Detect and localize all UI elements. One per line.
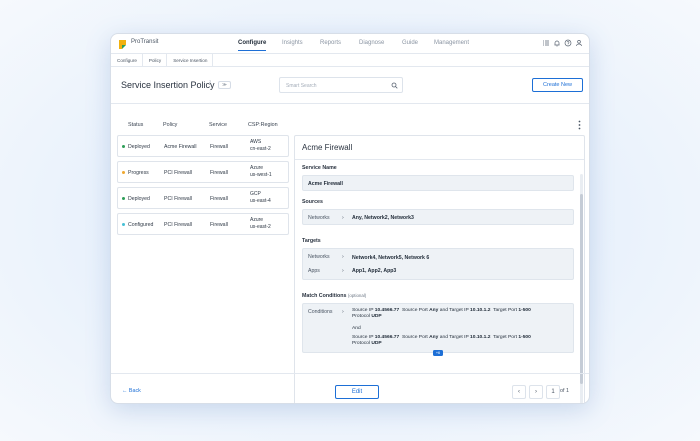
more-options-icon[interactable] bbox=[578, 120, 581, 130]
csp-name: Azure bbox=[250, 217, 264, 223]
status-dot bbox=[122, 222, 126, 226]
conditions-box: Conditions › Source IP 10.4566.77 Source… bbox=[302, 303, 574, 353]
status-text: Configured bbox=[128, 222, 154, 228]
help-icon[interactable] bbox=[564, 39, 572, 47]
targets-box: Networks › Network4, Network5, Network 6… bbox=[302, 248, 574, 280]
tab-diagnose[interactable]: Diagnose bbox=[359, 40, 384, 46]
service-name: Firewall bbox=[210, 196, 228, 202]
column-status[interactable]: Status bbox=[128, 122, 143, 128]
condition-and: And bbox=[352, 326, 361, 331]
create-new-button[interactable]: Create New bbox=[532, 78, 583, 92]
status-text: Deployed bbox=[128, 144, 150, 150]
top-nav: ProTransit Configure Insights Reports Di… bbox=[111, 34, 589, 54]
match-conditions-optional: (optional) bbox=[347, 293, 367, 298]
column-csp-region[interactable]: CSP:Region bbox=[248, 122, 278, 128]
csp-name: GCP bbox=[250, 191, 261, 197]
policy-name: Acme Firewall bbox=[164, 144, 197, 150]
brand-name: ProTransit bbox=[131, 39, 159, 45]
logo-icon bbox=[119, 40, 126, 49]
search-placeholder: Smart Search bbox=[286, 83, 317, 89]
chevron-right-icon: › bbox=[342, 215, 344, 221]
detail-title: Acme Firewall bbox=[302, 143, 353, 152]
targets-apps-key: Apps bbox=[308, 268, 320, 274]
page-number-input[interactable]: 1 bbox=[546, 385, 560, 399]
service-name-label: Service Name bbox=[302, 165, 337, 171]
status-text: Progress bbox=[128, 170, 149, 176]
condition-1: Source IP 10.4566.77 Source Port Any and… bbox=[352, 308, 531, 320]
breadcrumb: Configure Policy Service Insertion bbox=[111, 54, 589, 67]
region-name: us-west-1 bbox=[250, 172, 272, 178]
csp-name: Azure bbox=[250, 165, 264, 171]
table-row[interactable]: Deployed Acme Firewall Firewall AWS cn-e… bbox=[117, 135, 289, 157]
column-policy[interactable]: Policy bbox=[163, 122, 177, 128]
footer-divider bbox=[111, 373, 589, 374]
table-row[interactable]: Progress PCI Firewall Firewall Azure us-… bbox=[117, 161, 289, 183]
match-conditions-title: Match Conditions bbox=[302, 293, 347, 299]
top-icons bbox=[542, 39, 583, 47]
csp-name: AWS bbox=[250, 139, 262, 145]
next-page-button[interactable]: › bbox=[529, 385, 543, 399]
service-name: Firewall bbox=[210, 144, 228, 150]
search-icon bbox=[391, 82, 398, 89]
targets-label: Targets bbox=[302, 238, 321, 244]
list-icon[interactable] bbox=[542, 39, 550, 47]
tab-management[interactable]: Management bbox=[434, 40, 469, 46]
breadcrumb-service-insertion[interactable]: Service Insertion bbox=[167, 54, 214, 67]
targets-networks-value: Network4, Network5, Network 6 bbox=[352, 255, 430, 261]
tab-reports[interactable]: Reports bbox=[320, 40, 341, 46]
service-name: Firewall bbox=[210, 170, 228, 176]
policy-name: PCI Firewall bbox=[164, 170, 192, 176]
user-icon[interactable] bbox=[575, 39, 583, 47]
status-dot bbox=[122, 144, 126, 148]
match-conditions-label: Match Conditions (optional) bbox=[302, 293, 366, 299]
header-divider bbox=[111, 103, 589, 104]
service-name: Firewall bbox=[210, 222, 228, 228]
detail-scrollbar[interactable] bbox=[580, 174, 583, 403]
service-name-value: Acme Firewall bbox=[308, 181, 343, 187]
tab-guide[interactable]: Guide bbox=[402, 40, 418, 46]
back-link[interactable]: ← Back bbox=[122, 388, 141, 394]
app-window: ProTransit Configure Insights Reports Di… bbox=[110, 33, 590, 404]
tab-configure[interactable]: Configure bbox=[238, 40, 267, 51]
table-row[interactable]: Configured PCI Firewall Firewall Azure u… bbox=[117, 213, 289, 235]
prev-page-button[interactable]: ‹ bbox=[512, 385, 526, 399]
detail-panel: Acme Firewall Service Name Acme Firewall… bbox=[294, 135, 585, 403]
sources-value: Any, Network2, Network3 bbox=[352, 215, 414, 221]
targets-apps-value: App1, App2, App3 bbox=[352, 268, 397, 274]
region-name: cn-east-2 bbox=[250, 146, 271, 152]
conditions-key: Conditions bbox=[308, 309, 333, 315]
edit-button[interactable]: Edit bbox=[335, 385, 379, 399]
chevron-right-icon: › bbox=[342, 254, 344, 260]
scrollbar-thumb[interactable] bbox=[580, 194, 583, 384]
search-input[interactable]: Smart Search bbox=[279, 77, 403, 93]
more-conditions-badge[interactable]: +6 bbox=[433, 350, 443, 356]
chevron-right-icon: › bbox=[342, 268, 344, 274]
condition-2: Source IP 10.4566.77 Source Port Any and… bbox=[352, 335, 531, 347]
table-row[interactable]: Deployed PCI Firewall Firewall GCP us-ea… bbox=[117, 187, 289, 209]
page-title-superscript: 2 bbox=[209, 79, 212, 84]
sources-box: Networks › Any, Network2, Network3 bbox=[302, 209, 574, 225]
status-dot bbox=[122, 196, 126, 200]
policy-name: PCI Firewall bbox=[164, 222, 192, 228]
service-name-box: Acme Firewall bbox=[302, 175, 574, 191]
breadcrumb-policy[interactable]: Policy bbox=[143, 54, 168, 67]
chevron-right-icon: › bbox=[342, 309, 344, 315]
status-dot bbox=[122, 170, 126, 174]
targets-networks-key: Networks bbox=[308, 254, 330, 260]
sources-key: Networks bbox=[308, 215, 330, 221]
status-text: Deployed bbox=[128, 196, 150, 202]
policy-name: PCI Firewall bbox=[164, 196, 192, 202]
tab-insights[interactable]: Insights bbox=[282, 40, 303, 46]
detail-divider bbox=[295, 159, 584, 160]
collapse-button[interactable]: ≫ bbox=[218, 81, 231, 89]
sources-label: Sources bbox=[302, 199, 323, 205]
page-total: of 1 bbox=[560, 388, 569, 394]
region-name: us-east-4 bbox=[250, 198, 271, 204]
column-service[interactable]: Service bbox=[209, 122, 227, 128]
breadcrumb-configure[interactable]: Configure bbox=[111, 54, 143, 67]
region-name: us-east-2 bbox=[250, 224, 271, 230]
bell-icon[interactable] bbox=[553, 39, 561, 47]
page-title: Service Insertion Policy bbox=[121, 80, 215, 90]
